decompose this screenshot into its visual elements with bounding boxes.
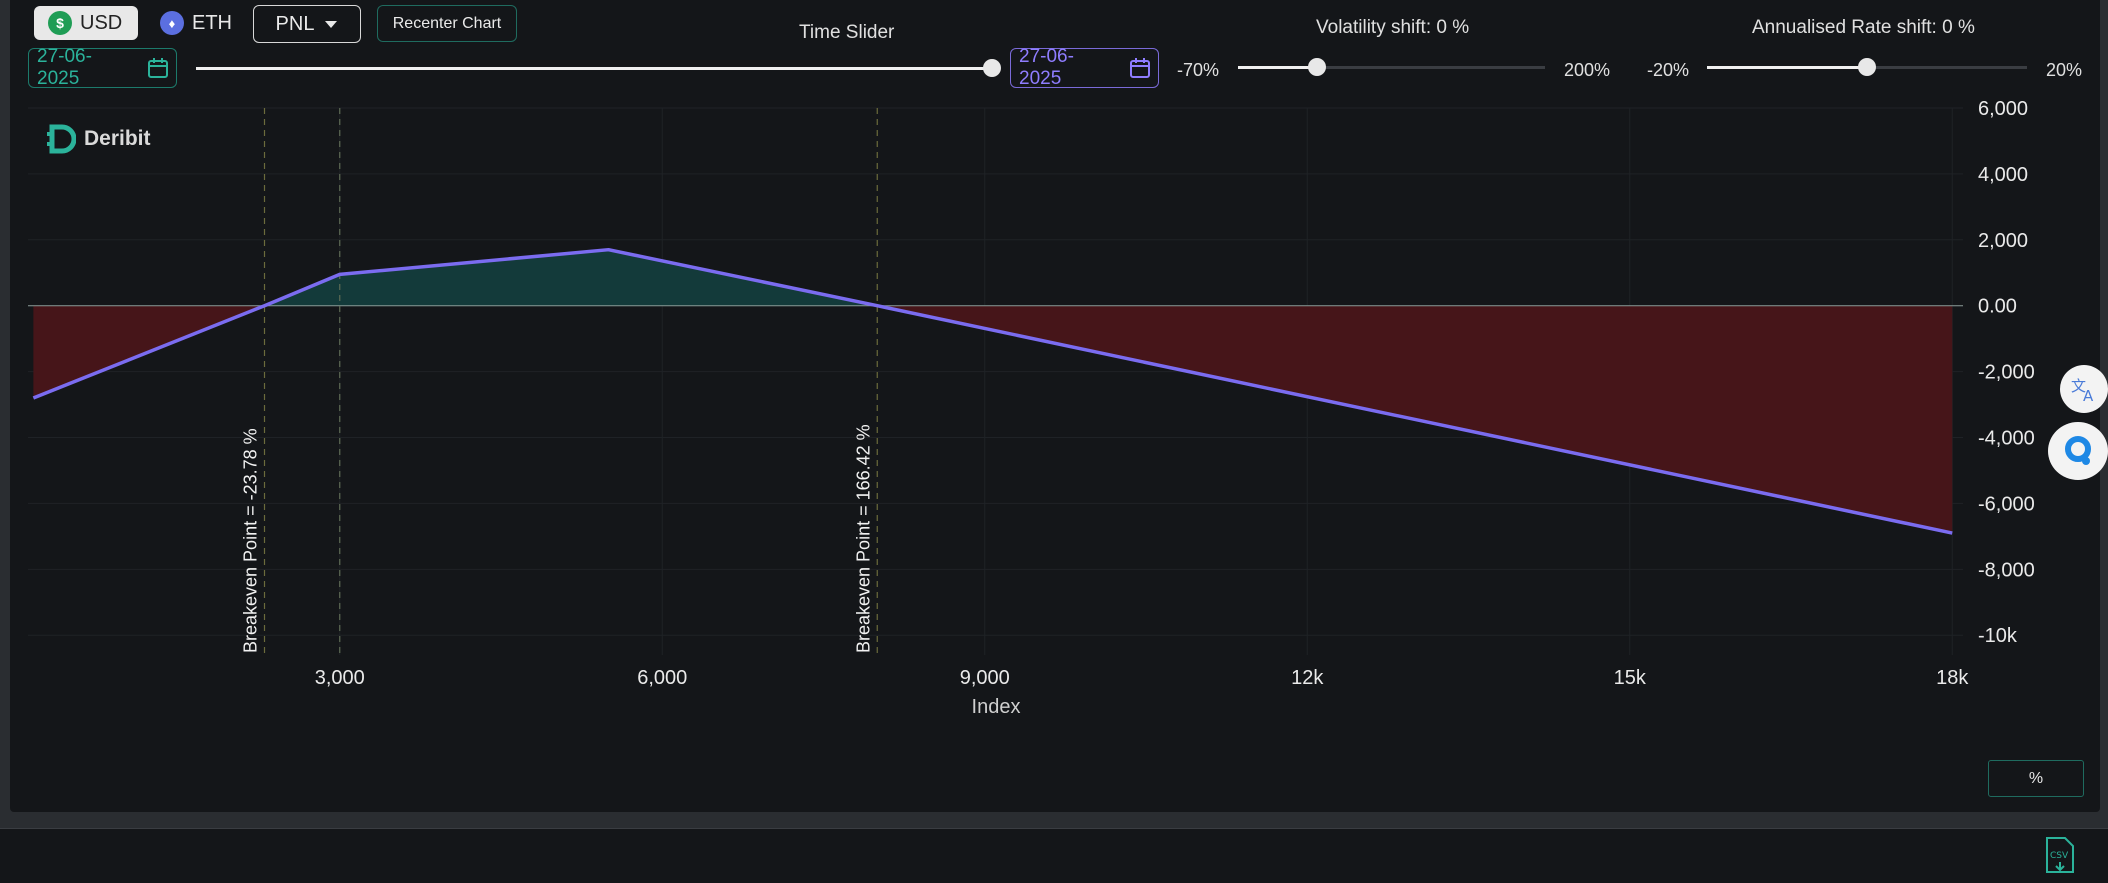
profit-area bbox=[264, 249, 878, 306]
y-tick-label: -4,000 bbox=[1978, 428, 2035, 450]
x-tick-label: 18k bbox=[1936, 667, 1969, 689]
svg-text:A: A bbox=[2083, 387, 2094, 404]
percent-toggle-button[interactable]: % bbox=[1988, 760, 2084, 797]
y-tick-label: -2,000 bbox=[1978, 362, 2035, 384]
y-tick-label: 6,000 bbox=[1978, 98, 2028, 120]
x-tick-label: 6,000 bbox=[637, 667, 687, 689]
y-tick-label: -8,000 bbox=[1978, 559, 2035, 581]
deribit-logo-text: Deribit bbox=[84, 127, 151, 150]
y-tick-label: 0.00 bbox=[1978, 296, 2017, 318]
csv-download-icon[interactable]: CSV bbox=[2044, 836, 2076, 879]
y-tick-label: 2,000 bbox=[1978, 230, 2028, 252]
translate-icon[interactable]: 文A bbox=[2060, 365, 2108, 413]
y-tick-label: -6,000 bbox=[1978, 493, 2035, 515]
breakeven-label: Breakeven Point = 166.42 % bbox=[853, 424, 873, 653]
svg-text:CSV: CSV bbox=[2050, 851, 2069, 861]
deribit-logo-icon bbox=[47, 124, 76, 154]
deribit-logo: Deribit bbox=[46, 124, 151, 154]
x-tick-label: 15k bbox=[1614, 667, 1647, 689]
x-tick-label: 9,000 bbox=[960, 667, 1010, 689]
x-axis-label: Index bbox=[972, 696, 1021, 718]
y-tick-label: -10k bbox=[1978, 625, 2018, 647]
assistant-icon[interactable] bbox=[2048, 422, 2108, 480]
breakeven-label: Breakeven Point = -23.78 % bbox=[241, 428, 261, 653]
x-tick-label: 3,000 bbox=[315, 667, 365, 689]
x-tick-label: 12k bbox=[1291, 667, 1324, 689]
pnl-chart[interactable]: Breakeven Point = -23.78 % Breakeven Poin… bbox=[0, 0, 2108, 882]
y-tick-label: 4,000 bbox=[1978, 164, 2028, 186]
